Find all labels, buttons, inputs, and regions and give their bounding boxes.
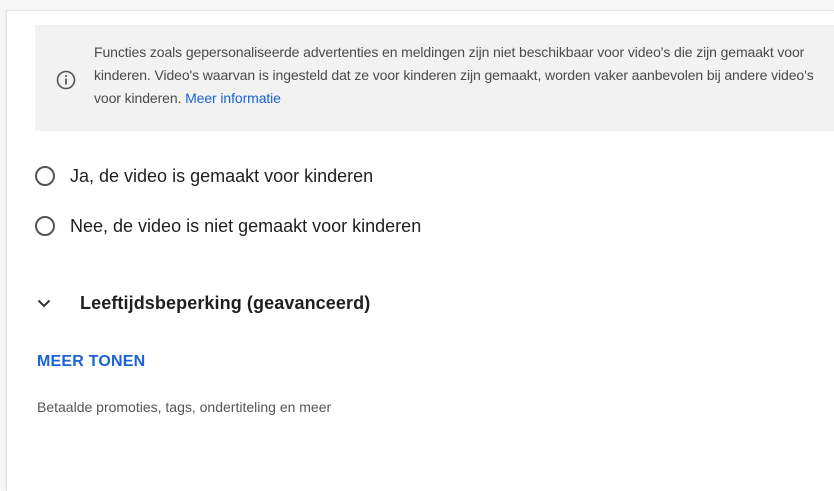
- learn-more-link[interactable]: Meer informatie: [185, 90, 281, 106]
- show-more-description: Betaalde promoties, tags, ondertiteling …: [37, 399, 332, 415]
- show-more-button[interactable]: MEER TONEN: [37, 353, 145, 371]
- age-restriction-label: Leeftijdsbeperking (geavanceerd): [80, 292, 371, 313]
- chevron-down-icon: [36, 295, 52, 311]
- radio-not-made-for-kids[interactable]: Nee, de video is niet gemaakt voor kinde…: [35, 211, 421, 241]
- info-notice: Functies zoals gepersonaliseerde adverte…: [35, 25, 834, 131]
- age-restriction-toggle[interactable]: Leeftijdsbeperking (geavanceerd): [36, 283, 370, 323]
- details-panel: Functies zoals gepersonaliseerde adverte…: [6, 10, 834, 491]
- info-notice-text: Functies zoals gepersonaliseerde adverte…: [94, 41, 829, 110]
- radio-label: Ja, de video is gemaakt voor kinderen: [70, 165, 374, 186]
- radio-label: Nee, de video is niet gemaakt voor kinde…: [70, 215, 422, 236]
- radio-made-for-kids[interactable]: Ja, de video is gemaakt voor kinderen: [35, 161, 373, 191]
- radio-button-circle[interactable]: [35, 166, 55, 186]
- info-icon: [56, 70, 76, 90]
- radio-button-circle[interactable]: [35, 216, 55, 236]
